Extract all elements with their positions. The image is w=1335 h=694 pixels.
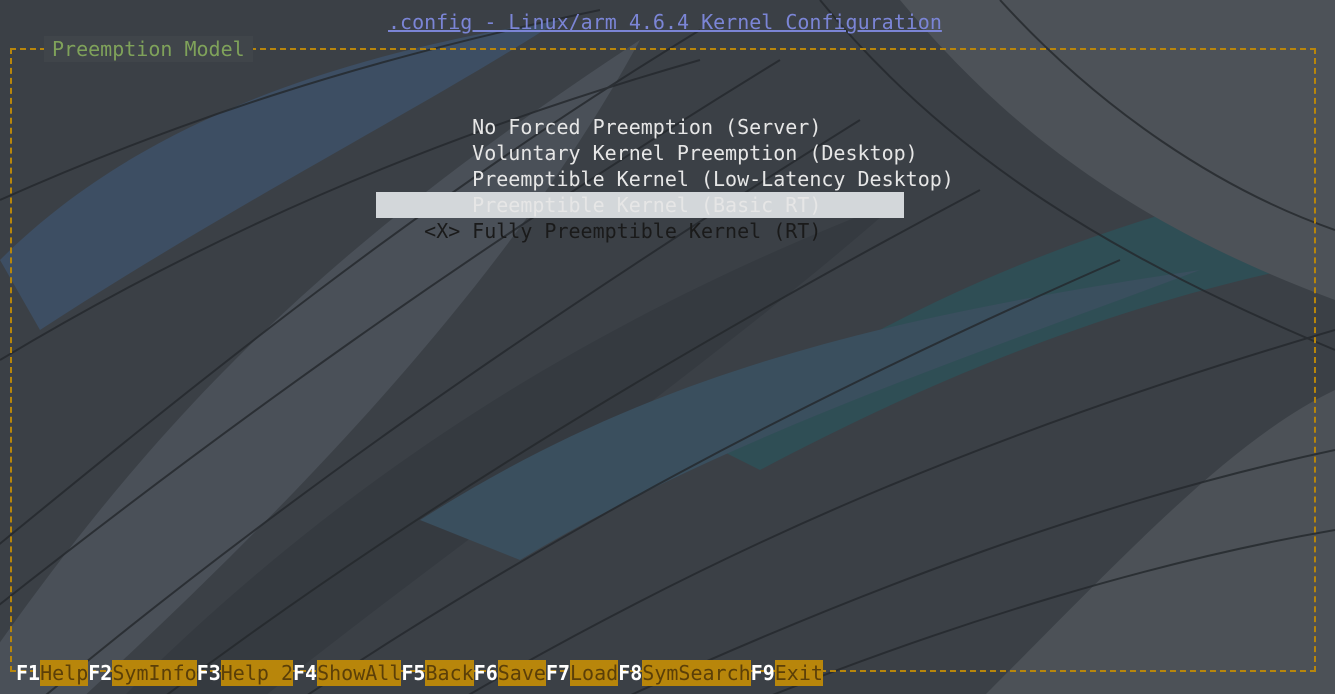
fkey-label: Back [425,660,474,686]
choice-item-no-forced-preemption[interactable]: No Forced Preemption (Server) [376,88,904,139]
fkey-label: SymSearch [642,660,751,686]
choice-label: Preemptible Kernel (Basic RT) [472,193,822,217]
fkey-key: F2 [88,661,113,685]
choice-label: Preemptible Kernel (Low-Latency Desktop) [472,167,954,191]
fkey-label: SymInfo [112,660,197,686]
fkey-key: F7 [545,661,571,685]
fkey-key: F1 [16,661,41,685]
choice-label: Voluntary Kernel Preemption (Desktop) [472,141,918,165]
fkey-label: Save [497,660,546,686]
f7-load-button[interactable]: F7 Load [545,660,619,686]
fkey-key: F5 [401,661,426,685]
fkey-key: F8 [618,661,643,685]
f3-help2-button[interactable]: F3 Help 2 [197,660,293,686]
fkey-key: F6 [473,661,498,685]
f6-save-button[interactable]: F6 Save [474,660,546,686]
fkey-label: ShowAll [317,660,402,686]
choice-label: Fully Preemptible Kernel (RT) [472,219,822,243]
selected-mark: <X> [424,219,461,243]
fkey-label: Help 2 [220,660,293,686]
f2-syminfo-button[interactable]: F2 SymInfo [88,660,197,686]
f8-symsearch-button[interactable]: F8 SymSearch [618,660,751,686]
choice-label: No Forced Preemption (Server) [472,115,822,139]
dialog-title: Preemption Model [44,36,253,62]
choice-list: No Forced Preemption (Server) Voluntary … [376,88,954,243]
fkey-key: F9 [750,661,775,685]
fkey-label: Exit [774,660,823,686]
fkey-label: Load [570,660,619,686]
f1-help-button[interactable]: F1 Help [16,660,89,686]
f4-showall-button[interactable]: F4 ShowAll [293,660,402,686]
window-title: .config - Linux/arm 4.6.4 Kernel Configu… [388,10,942,34]
fkey-key: F4 [293,661,318,685]
f5-back-button[interactable]: F5 Back [401,660,474,686]
function-key-bar: F1 Help F2 SymInfo F3 Help 2 F4 ShowAll F5 Ba… [16,660,823,686]
fkey-key: F3 [196,661,221,685]
fkey-label: Help [40,660,89,686]
f9-exit-button[interactable]: F9 Exit [751,660,823,686]
